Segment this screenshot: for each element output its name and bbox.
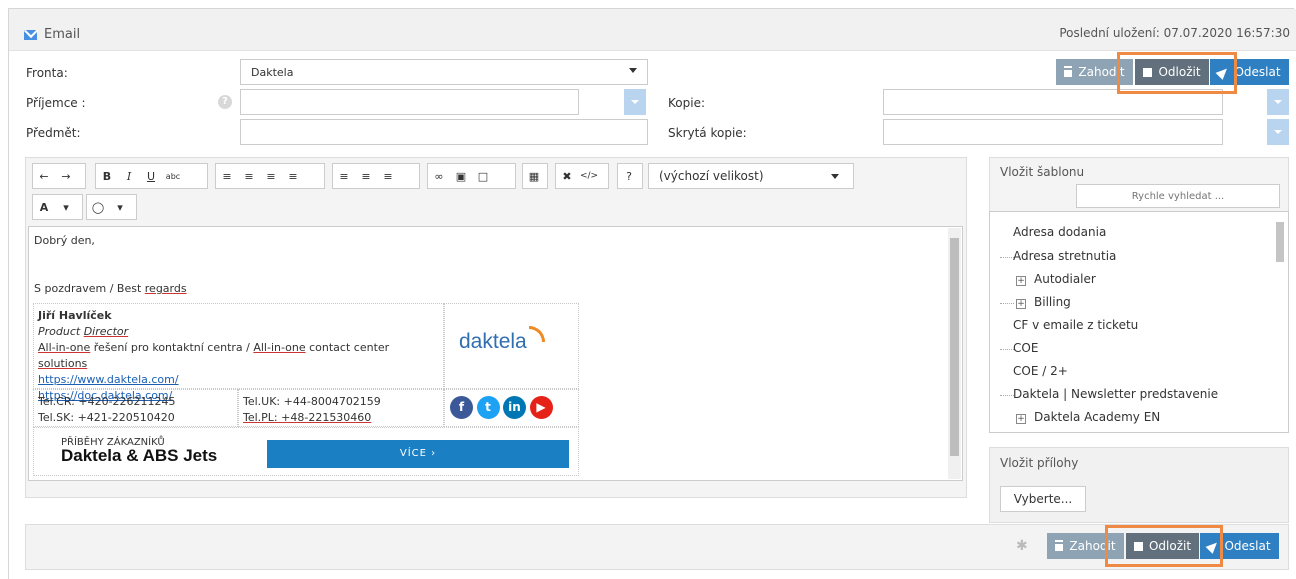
envelope-icon [24, 29, 37, 40]
align-group: ≡ ≡ ≡ ≡ [215, 163, 325, 189]
trash-icon [1064, 67, 1073, 77]
logo-cell: daktela [444, 303, 579, 389]
font-color-select[interactable]: A ▾ [32, 194, 83, 220]
prijemce-label: Příjemce : [26, 96, 86, 110]
bullet-list-icon[interactable]: ≡ [333, 170, 355, 183]
facebook-icon[interactable]: f [450, 396, 473, 419]
file-icon[interactable]: □ [472, 170, 494, 183]
insert-group: ∞ ▣ □ [427, 163, 516, 189]
chevron-down-icon [831, 174, 839, 179]
tree-item[interactable]: + Autodialer [1016, 272, 1096, 286]
attachments-title: Vložit přílohy [1000, 456, 1079, 470]
align-left-icon[interactable]: ≡ [216, 170, 238, 183]
chevron-down-icon: ▾ [117, 200, 123, 214]
templates-title: Vložit šablonu [1000, 165, 1085, 179]
align-center-icon[interactable]: ≡ [238, 170, 260, 183]
format-group: ✖ </> [555, 163, 609, 189]
last-saved: Poslední uložení: 07.07.2020 16:57:30 [1059, 26, 1290, 40]
twitter-icon[interactable]: t [476, 396, 500, 419]
tree-item[interactable]: Daktela | Newsletter predstavenie [1013, 387, 1218, 401]
code-icon[interactable]: </> [578, 171, 600, 181]
tree-item[interactable]: Adresa dodania [1013, 225, 1106, 239]
settings-icon[interactable]: ✱ [1016, 538, 1028, 554]
social-cell: f t in ▶ [444, 389, 579, 427]
redo-icon[interactable]: → [55, 170, 77, 183]
trash-icon [1055, 541, 1064, 551]
help-icon[interactable]: ? [218, 95, 232, 109]
choose-file-button[interactable]: Vyberte... [1000, 486, 1086, 512]
link-icon[interactable]: ∞ [428, 170, 450, 183]
signal-icon [529, 326, 545, 342]
prijemce-dropdown-button[interactable] [624, 89, 646, 115]
expand-icon[interactable]: + [1016, 299, 1026, 309]
tree-item[interactable]: CF v emaile z ticketu [1013, 318, 1138, 332]
tree-scroll-thumb[interactable] [1276, 222, 1284, 262]
align-right-icon[interactable]: ≡ [260, 170, 282, 183]
tree-item[interactable]: + Billing [1016, 295, 1071, 309]
text-style-group: B I U abc [95, 163, 208, 189]
youtube-icon[interactable]: ▶ [529, 396, 553, 419]
undo-icon[interactable]: ← [33, 170, 55, 183]
expand-icon[interactable]: + [1016, 414, 1026, 424]
help-circle-icon: ? [626, 169, 632, 183]
chevron-down-icon: ▾ [63, 200, 69, 214]
tree-item[interactable]: COE / 2+ [1013, 364, 1068, 378]
banner-title: Daktela & ABS Jets [61, 446, 218, 465]
undo-redo-group: ← → [32, 163, 86, 189]
signature-tagline: All-in-one řešení pro kontaktní centra /… [38, 341, 390, 370]
kopie-dropdown-button[interactable] [1267, 89, 1289, 115]
image-icon[interactable]: ▣ [450, 170, 472, 183]
underline-button[interactable]: U [140, 170, 162, 183]
kopie-label: Kopie: [668, 96, 705, 110]
fronta-label: Fronta: [26, 66, 68, 80]
phone-cell-2: Tel.UK: +44-8004702159 Tel.PL: +48-22153… [238, 389, 444, 427]
phone-cell-1: Tel.CR: +420-226211245 Tel.SK: +421-2205… [33, 389, 238, 427]
tree-item[interactable]: + Daktela Academy EN [1016, 410, 1160, 424]
banner-cell: PŘÍBĚHY ZÁKAZNÍKŮ Daktela & ABS Jets VÍC… [33, 427, 579, 476]
predmet-label: Předmět: [26, 126, 81, 140]
banner-more-button[interactable]: VÍCE › [267, 440, 569, 468]
clear-format-icon[interactable]: ✖ [556, 170, 578, 183]
font-color-icon: A [39, 200, 49, 214]
background-color-select[interactable]: ◯ ▾ [86, 194, 137, 220]
website-link[interactable]: https://www.daktela.com/ [38, 372, 439, 388]
align-justify-icon[interactable]: ≡ [282, 170, 304, 183]
template-tree: Adresa dodania Adresa stretnutia + Autodi… [989, 211, 1289, 433]
table-button[interactable]: ▦ [522, 163, 548, 189]
list-group: ≡ ≡ ≡ [332, 163, 420, 189]
greeting-text: Dobrý den, [34, 234, 95, 247]
tree-item[interactable]: COE [1013, 341, 1038, 355]
skryta-kopie-dropdown-button[interactable] [1267, 119, 1289, 145]
font-size-select[interactable]: (výchozí velikost) [648, 163, 854, 189]
signature-info: Jiří Havlíček Product Director All-in-on… [33, 303, 444, 402]
signature-name: Jiří Havlíček [38, 309, 112, 322]
template-search-input[interactable] [1076, 184, 1280, 208]
daktela-logo: daktela [459, 330, 527, 353]
email-title: Email [24, 27, 80, 42]
prijemce-input[interactable] [240, 89, 579, 115]
strikethrough-button[interactable]: abc [162, 172, 184, 181]
drop-icon: ◯ [91, 200, 105, 214]
bold-button[interactable]: B [96, 170, 118, 183]
closing-text: S pozdravem / Best regards [34, 282, 187, 295]
signature-title: Product Director [38, 325, 129, 338]
predmet-input[interactable] [240, 119, 648, 145]
italic-button[interactable]: I [118, 170, 140, 183]
indent-icon[interactable]: ≡ [377, 170, 399, 183]
fronta-select[interactable]: Daktela [240, 59, 648, 85]
linkedin-icon[interactable]: in [503, 396, 526, 419]
chevron-down-icon [629, 68, 637, 73]
highlight-box-bottom [1105, 525, 1223, 567]
table-icon: ▦ [528, 169, 540, 183]
editor-scroll-thumb[interactable] [950, 238, 959, 456]
skryta-kopie-input[interactable] [883, 119, 1223, 145]
signature-block: Jiří Havlíček Product Director All-in-on… [33, 303, 579, 476]
tree-item[interactable]: Adresa stretnutia [1013, 249, 1116, 263]
numbered-list-icon[interactable]: ≡ [355, 170, 377, 183]
expand-icon[interactable]: + [1016, 276, 1026, 286]
help-button[interactable]: ? [617, 163, 643, 189]
highlight-box-top [1117, 52, 1237, 94]
skryta-kopie-label: Skrytá kopie: [668, 126, 747, 140]
